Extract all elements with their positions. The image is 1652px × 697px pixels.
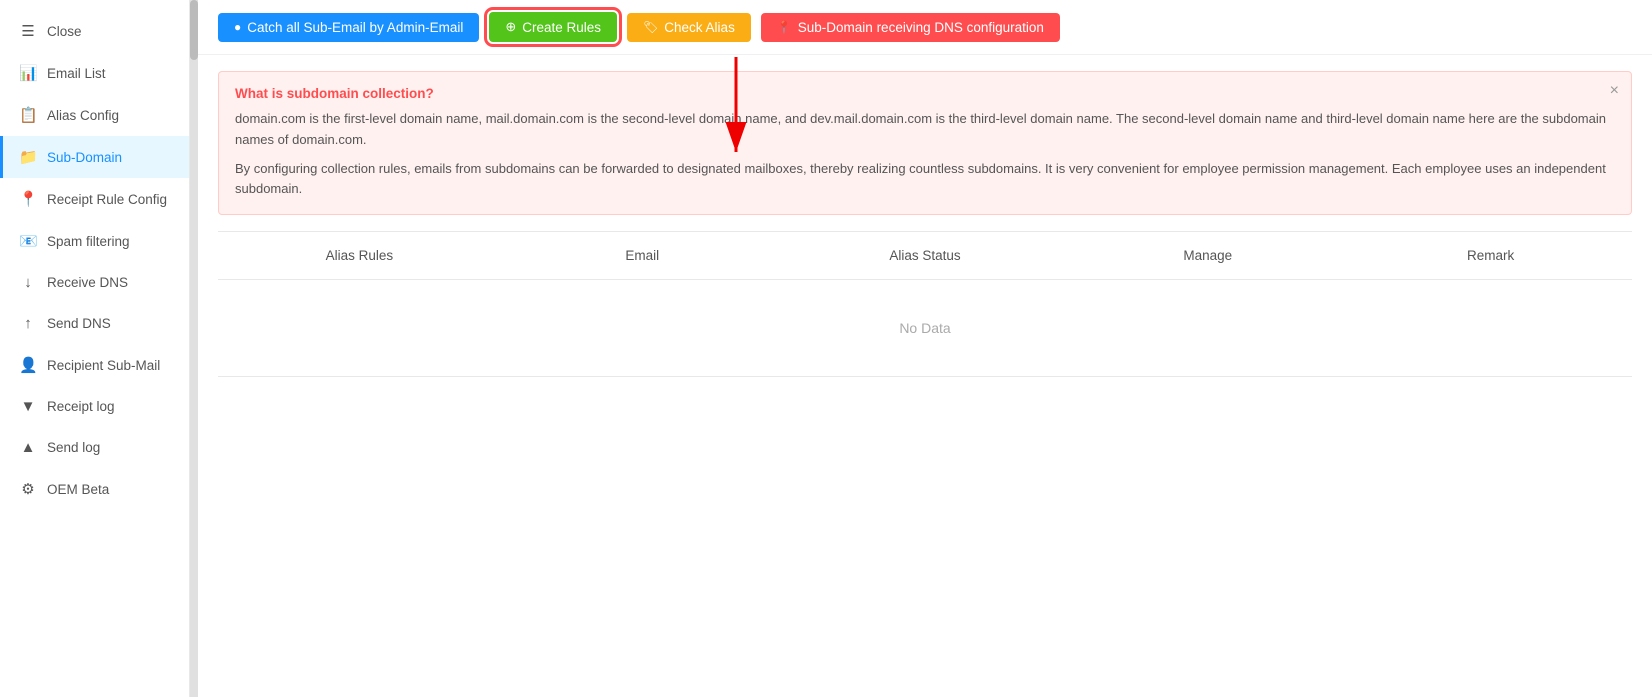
col-alias-status: Alias Status: [784, 242, 1067, 269]
sidebar-item-label: Recipient Sub-Mail: [47, 358, 160, 373]
sidebar-item-recipient-sub-mail[interactable]: 👤 Recipient Sub-Mail: [0, 344, 189, 386]
tag-icon: 🏷: [643, 20, 658, 34]
sidebar-item-label: Receipt Rule Config: [47, 192, 167, 207]
sidebar-scrollbar-thumb[interactable]: [190, 0, 198, 60]
sidebar-item-label: Close: [47, 24, 82, 39]
col-email: Email: [501, 242, 784, 269]
sidebar-item-receive-dns[interactable]: ↓ Receive DNS: [0, 262, 189, 303]
sidebar-item-label: Sub-Domain: [47, 150, 122, 165]
location-icon: 📍: [777, 20, 792, 34]
col-manage: Manage: [1066, 242, 1349, 269]
sidebar-item-receipt-log[interactable]: ▼ Receipt log: [0, 386, 189, 427]
folder-icon: 📁: [19, 148, 37, 166]
sidebar-item-alias-config[interactable]: 📋 Alias Config: [0, 94, 189, 136]
up-arrow-icon: ↑: [19, 315, 37, 332]
plus-circle-icon: ⊕: [505, 19, 516, 35]
no-data-text: No Data: [899, 320, 950, 336]
sidebar-item-spam-filtering[interactable]: 📧 Spam filtering: [0, 220, 189, 262]
spam-icon: 📧: [19, 232, 37, 250]
check-alias-button[interactable]: 🏷 Check Alias: [627, 13, 751, 42]
collapse-icon: ▼: [19, 398, 37, 415]
subdomain-dns-button[interactable]: 📍 Sub-Domain receiving DNS configuration: [761, 13, 1060, 42]
sidebar-item-label: Send log: [47, 440, 100, 455]
sidebar-item-label: Alias Config: [47, 108, 119, 123]
create-rules-button[interactable]: ⊕ Create Rules: [489, 12, 617, 42]
down-arrow-icon: ↓: [19, 274, 37, 291]
sidebar-scrollbar[interactable]: [190, 0, 198, 697]
circle-icon: ●: [234, 20, 241, 34]
sidebar-item-receipt-rule-config[interactable]: 📍 Receipt Rule Config: [0, 178, 189, 220]
sidebar-scroll-track: ☰ Close 📊 Email List 📋 Alias Config 📁 Su…: [0, 10, 189, 510]
sidebar-item-label: Send DNS: [47, 316, 111, 331]
expand-icon: ▲: [19, 439, 37, 456]
table-header: Alias Rules Email Alias Status Manage Re…: [218, 232, 1632, 280]
gear-icon: ⚙: [19, 480, 37, 498]
sidebar-item-label: Spam filtering: [47, 234, 130, 249]
sidebar-item-send-log[interactable]: ▲ Send log: [0, 427, 189, 468]
bar-chart-icon: 📊: [19, 64, 37, 82]
table-empty-state: No Data: [218, 280, 1632, 377]
sidebar-item-email-list[interactable]: 📊 Email List: [0, 52, 189, 94]
pin-icon: 📍: [19, 190, 37, 208]
main-content: ● Catch all Sub-Email by Admin-Email ⊕ C…: [198, 0, 1652, 697]
info-box: What is subdomain collection? domain.com…: [218, 71, 1632, 215]
info-box-title: What is subdomain collection?: [235, 86, 1615, 101]
alias-icon: 📋: [19, 106, 37, 124]
col-remark: Remark: [1349, 242, 1632, 269]
sidebar-item-sub-domain[interactable]: 📁 Sub-Domain: [0, 136, 189, 178]
info-box-close-button[interactable]: ×: [1610, 82, 1619, 100]
sidebar-item-label: Receive DNS: [47, 275, 128, 290]
toolbar: ● Catch all Sub-Email by Admin-Email ⊕ C…: [198, 0, 1652, 55]
info-box-text1: domain.com is the first-level domain nam…: [235, 109, 1615, 151]
data-table: Alias Rules Email Alias Status Manage Re…: [218, 231, 1632, 377]
sidebar-item-label: Receipt log: [47, 399, 115, 414]
sidebar-item-oem-beta[interactable]: ⚙ OEM Beta: [0, 468, 189, 510]
info-box-text2: By configuring collection rules, emails …: [235, 159, 1615, 201]
user-icon: 👤: [19, 356, 37, 374]
catch-all-button[interactable]: ● Catch all Sub-Email by Admin-Email: [218, 13, 479, 42]
close-icon: ☰: [19, 22, 37, 40]
sidebar-item-close[interactable]: ☰ Close: [0, 10, 189, 52]
sidebar-item-send-dns[interactable]: ↑ Send DNS: [0, 303, 189, 344]
sidebar: ☰ Close 📊 Email List 📋 Alias Config 📁 Su…: [0, 0, 190, 697]
sidebar-item-label: Email List: [47, 66, 106, 81]
col-alias-rules: Alias Rules: [218, 242, 501, 269]
sidebar-item-label: OEM Beta: [47, 482, 109, 497]
